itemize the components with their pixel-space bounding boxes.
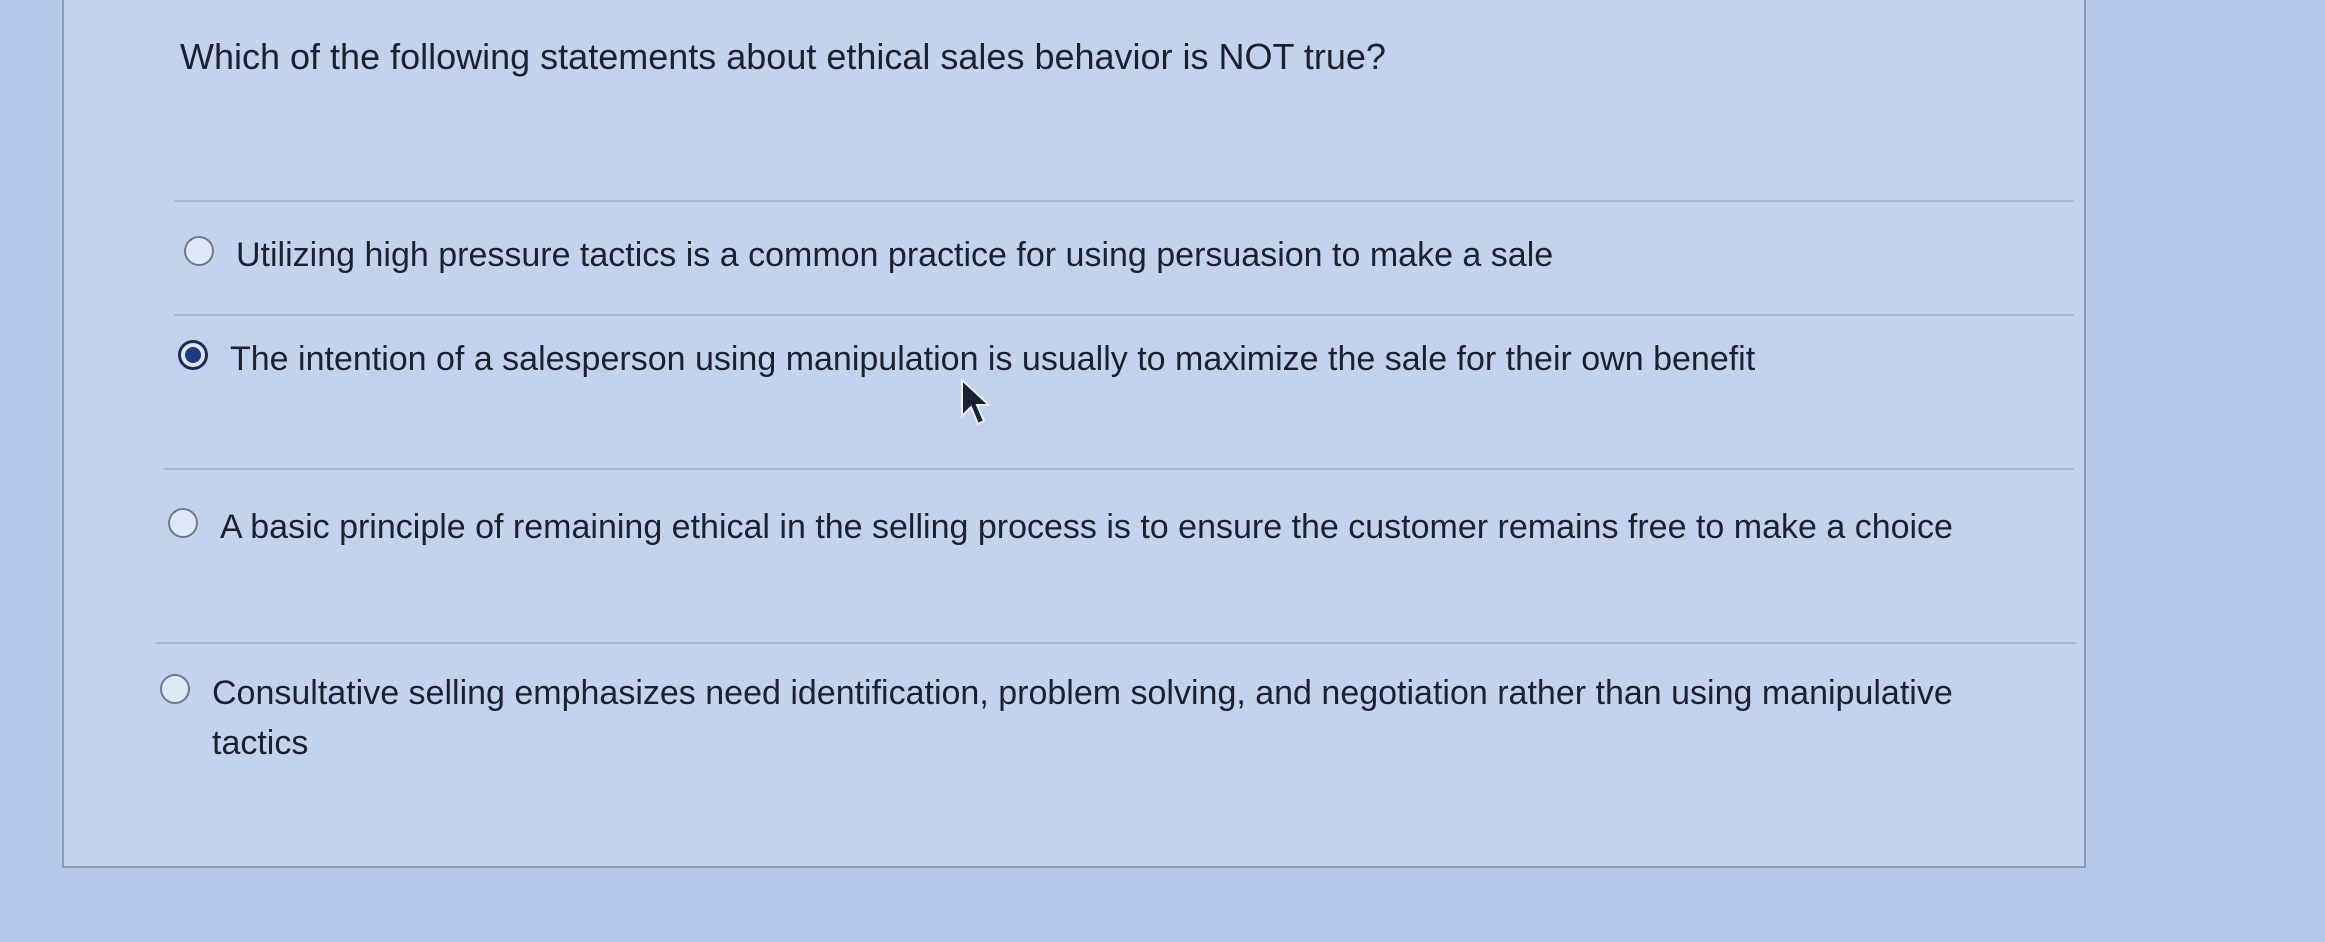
option-3[interactable]: A basic principle of remaining ethical i… (168, 502, 2028, 552)
option-4[interactable]: Consultative selling emphasizes need ide… (160, 668, 2020, 768)
option-1-label[interactable]: Utilizing high pressure tactics is a com… (236, 230, 1553, 280)
option-3-label[interactable]: A basic principle of remaining ethical i… (220, 502, 1953, 552)
option-4-label[interactable]: Consultative selling emphasizes need ide… (212, 668, 2020, 768)
divider (174, 314, 2074, 316)
radio-button-option-2-selected[interactable] (178, 340, 208, 370)
question-text: Which of the following statements about … (180, 36, 1386, 77)
question-card: Which of the following statements about … (62, 0, 2086, 868)
mouse-pointer-arrow-icon (961, 378, 990, 426)
divider (164, 468, 2074, 470)
radio-selected-dot (185, 347, 201, 363)
radio-button-option-3[interactable] (168, 508, 198, 538)
option-2-label[interactable]: The intention of a salesperson using man… (230, 334, 1755, 384)
divider (174, 200, 2074, 202)
radio-button-option-1[interactable] (184, 236, 214, 266)
divider (156, 642, 2076, 644)
radio-button-option-4[interactable] (160, 674, 190, 704)
option-2[interactable]: The intention of a salesperson using man… (178, 334, 1998, 384)
option-1[interactable]: Utilizing high pressure tactics is a com… (184, 230, 2064, 280)
